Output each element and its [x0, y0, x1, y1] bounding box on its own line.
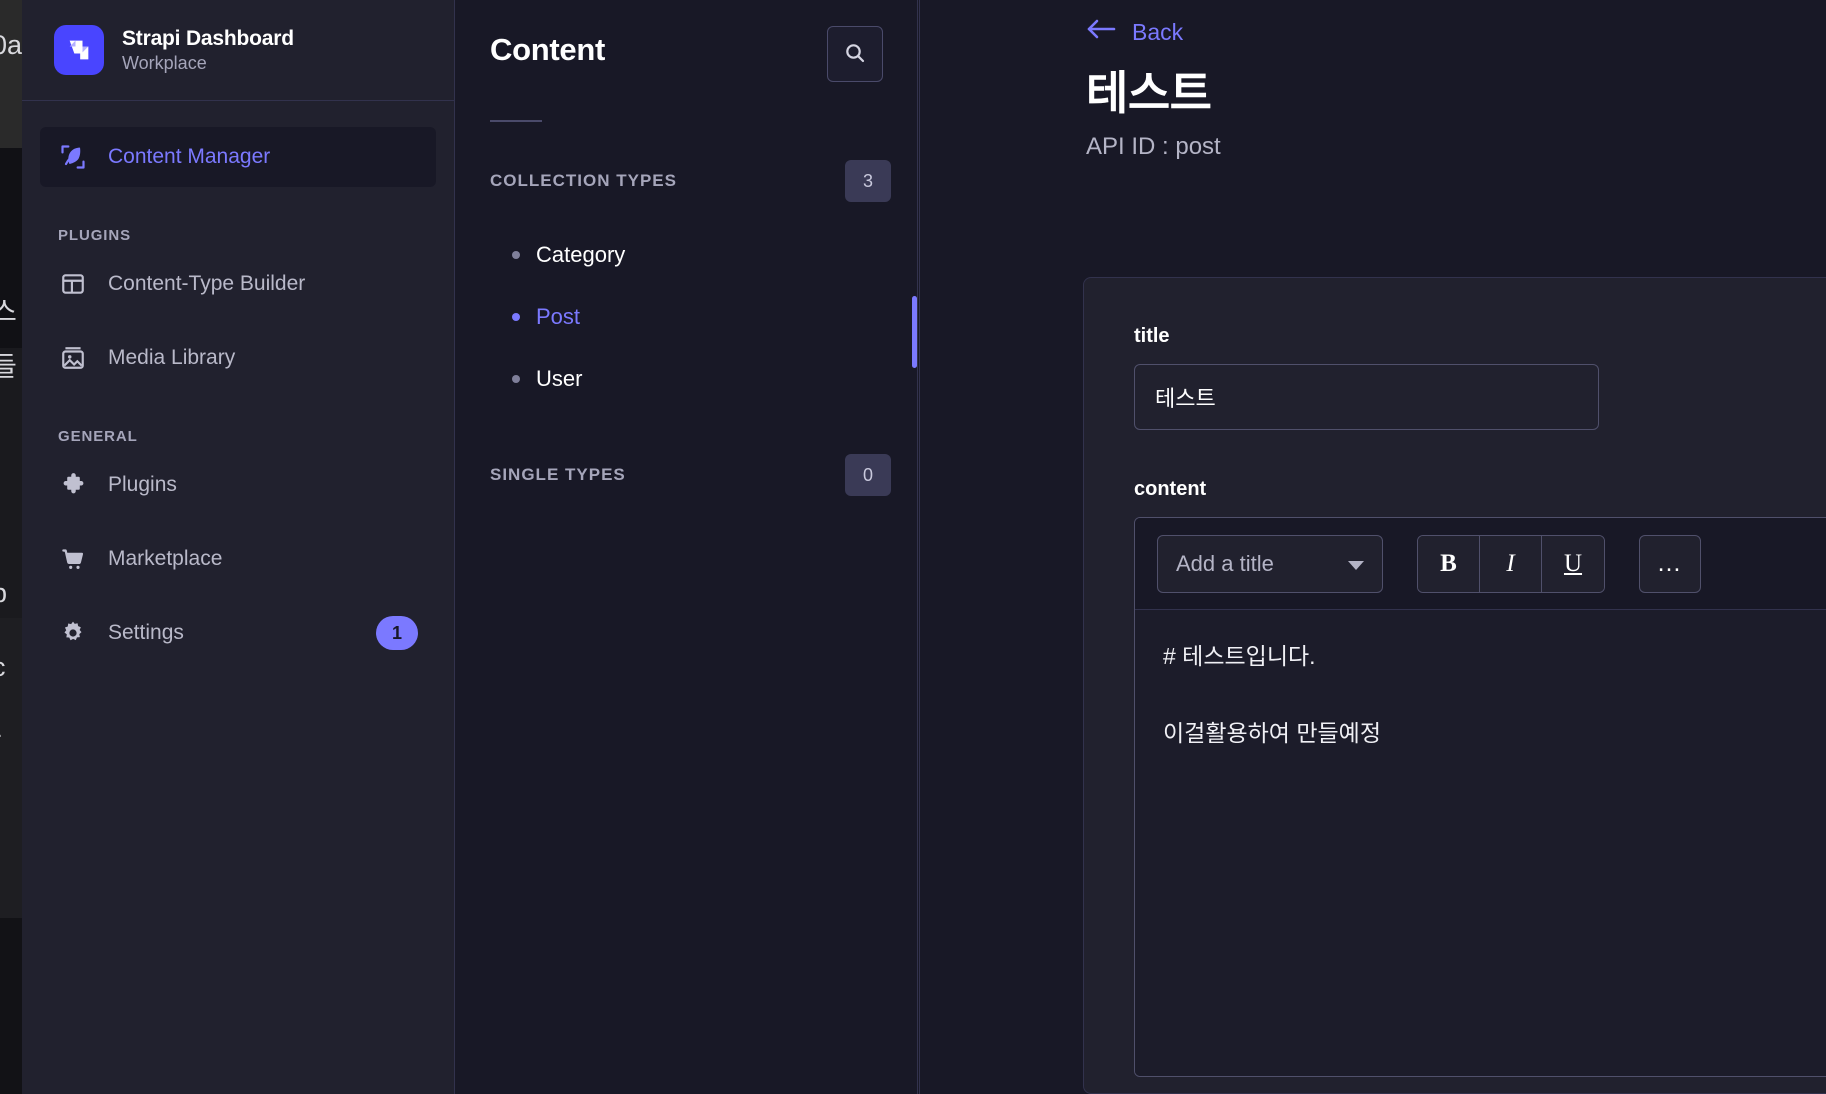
brand-title: Strapi Dashboard: [122, 26, 294, 50]
single-types-label: SINGLE TYPES: [490, 465, 626, 484]
brand-text: Strapi Dashboard Workplace: [122, 27, 294, 74]
content-panel-title: Content: [490, 32, 605, 67]
collection-type-item-category[interactable]: Category: [456, 224, 917, 286]
italic-button[interactable]: I: [1480, 535, 1542, 592]
page-title: 테스트: [1086, 67, 1212, 119]
collection-type-label: User: [536, 366, 583, 391]
entry-editor-main: Back 테스트 API ID : post title content Add…: [919, 0, 1826, 1094]
underline-button[interactable]: U: [1542, 535, 1604, 592]
heading-select[interactable]: Add a title: [1157, 534, 1383, 593]
more-options-button[interactable]: …: [1639, 534, 1701, 593]
content-panel-scrollbar[interactable]: [912, 296, 917, 368]
collection-type-label: Post: [536, 304, 581, 329]
collection-type-item-post[interactable]: Post: [456, 286, 917, 348]
back-link[interactable]: Back: [1086, 18, 1826, 46]
bg-text-fragment: c: [0, 652, 6, 683]
main-sidebar: Strapi Dashboard Workplace Content Manag…: [22, 0, 455, 1094]
puzzle-icon: [58, 470, 88, 500]
bullet-icon: [512, 313, 520, 321]
feather-icon: [58, 142, 88, 172]
sidebar-item-plugins[interactable]: Plugins: [40, 455, 436, 515]
collection-types-header[interactable]: COLLECTION TYPES 3: [456, 160, 917, 202]
bg-band: [0, 918, 22, 1094]
sidebar-item-content-manager[interactable]: Content Manager: [40, 127, 436, 187]
sidebar-item-label: Settings: [108, 621, 184, 644]
layout-icon: [58, 269, 88, 299]
editor-toolbar: Add a title B I U …: [1135, 518, 1826, 610]
api-id-label: API ID : post: [1086, 133, 1221, 161]
bg-text-fragment: r: [0, 725, 1, 756]
sidebar-item-label: Content Manager: [108, 145, 271, 168]
entry-form-card: title content Add a title B: [1083, 277, 1826, 1094]
entry-header: Back 테스트 API ID : post: [920, 0, 1826, 161]
panel-divider: [490, 120, 542, 122]
editor-line: # 테스트입니다.: [1163, 643, 1316, 669]
collection-types-list: Category Post User: [456, 224, 917, 410]
gear-icon: [58, 618, 88, 648]
brand-header[interactable]: Strapi Dashboard Workplace: [22, 0, 454, 101]
sidebar-item-label: Marketplace: [108, 547, 223, 570]
collection-types-label: COLLECTION TYPES: [490, 171, 677, 190]
field-title: title: [1084, 278, 1826, 430]
field-title-label: title: [1134, 325, 1170, 347]
arrow-left-icon: [1086, 18, 1116, 46]
collection-types-count: 3: [845, 160, 891, 202]
sidebar-item-settings[interactable]: Settings 1: [40, 603, 436, 663]
sidebar-nav: Content Manager PLUGINS Content-Type Bui…: [22, 101, 454, 663]
cart-icon: [58, 544, 88, 574]
title-input[interactable]: [1134, 364, 1599, 430]
strapi-admin-app: Strapi Dashboard Workplace Content Manag…: [22, 0, 1826, 1094]
single-types-count: 0: [845, 454, 891, 496]
field-content: content Add a title B I U … # 테스트입니다. 이걸…: [1084, 430, 1826, 1077]
back-label: Back: [1132, 18, 1184, 45]
bg-text-fragment: 스: [0, 297, 17, 327]
sidebar-item-marketplace[interactable]: Marketplace: [40, 529, 436, 589]
chevron-down-icon: [1348, 551, 1364, 577]
sidebar-item-media-library[interactable]: Media Library: [40, 328, 436, 388]
background-window-sliver: 0a 스 들 t p c r: [0, 0, 22, 1094]
bullet-icon: [512, 375, 520, 383]
collection-type-item-user[interactable]: User: [456, 348, 917, 410]
editor-line: 이걸활용하여 만들예정: [1163, 720, 1381, 747]
collection-type-label: Category: [536, 242, 626, 267]
bg-text-fragment: p: [0, 578, 7, 609]
sidebar-section-general: GENERAL Plugins Marketplace Settings 1: [40, 428, 436, 663]
text-style-group: B I U: [1417, 534, 1605, 593]
sidebar-section-label: PLUGINS: [58, 227, 131, 244]
sidebar-item-label: Media Library: [108, 346, 236, 369]
bullet-icon: [512, 251, 520, 259]
search-icon: [843, 41, 867, 68]
field-content-label: content: [1134, 478, 1207, 500]
image-icon: [58, 343, 88, 373]
sidebar-item-content-type-builder[interactable]: Content-Type Builder: [40, 254, 436, 314]
strapi-logo-icon: [54, 25, 104, 75]
bg-text-fragment: 0a: [0, 30, 22, 60]
settings-badge: 1: [376, 616, 418, 650]
content-types-panel: Content COLLECTION TYPES 3 Category Post…: [456, 0, 918, 1094]
search-button[interactable]: [827, 26, 883, 82]
heading-select-value: Add a title: [1176, 550, 1274, 576]
single-types-header[interactable]: SINGLE TYPES 0: [456, 454, 917, 496]
brand-subtitle: Workplace: [122, 52, 207, 73]
sidebar-section-plugins: PLUGINS Content-Type Builder Media Libra…: [40, 227, 436, 388]
bg-text-fragment: 들: [0, 352, 17, 382]
rich-text-editor: Add a title B I U … # 테스트입니다. 이걸활용하여 만들예…: [1134, 517, 1826, 1077]
content-panel-header: Content: [456, 0, 917, 82]
sidebar-section-label: GENERAL: [58, 428, 138, 445]
bg-band: [0, 0, 22, 148]
sidebar-item-label: Content-Type Builder: [108, 272, 306, 295]
sidebar-item-label: Plugins: [108, 473, 177, 496]
bold-button[interactable]: B: [1418, 535, 1480, 592]
editor-content[interactable]: # 테스트입니다. 이걸활용하여 만들예정: [1135, 610, 1826, 1076]
